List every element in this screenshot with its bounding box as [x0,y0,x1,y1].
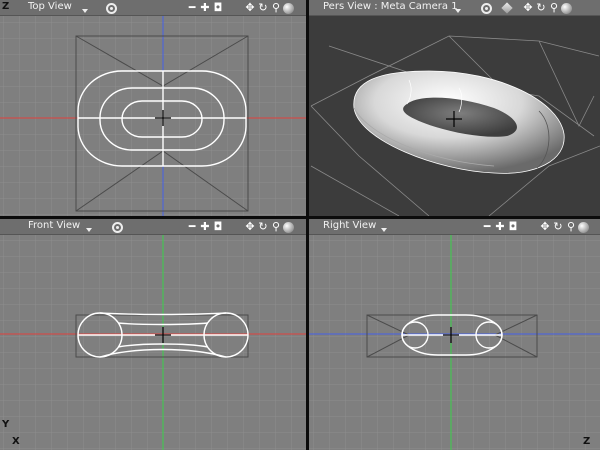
target-icon[interactable] [481,2,492,14]
camera-icon[interactable]: ◘ [507,221,519,233]
camera-icon[interactable]: ◘ [212,221,224,233]
right-view-title[interactable]: Right View [323,220,376,231]
shade-ball-icon[interactable] [283,221,294,233]
search-icon[interactable]: ⚲ [565,221,577,233]
shade-ball-icon[interactable] [283,2,294,14]
perspective-view-title[interactable]: Pers View : Meta Camera 1 [323,1,458,12]
top-view-header: Z Top View ━ ✚ ◘ ✥ ↻ ⚲ [0,0,306,16]
perspective-view-pane[interactable]: Pers View : Meta Camera 1 ✥ ↻ ⚲ [309,0,600,216]
right-view-header: Right View ━ ✚ ◘ ✥ ↻ ⚲ [309,219,600,235]
move-icon[interactable]: ✥ [539,221,551,233]
perspective-view-header: Pers View : Meta Camera 1 ✥ ↻ ⚲ [309,0,600,16]
front-view-title[interactable]: Front View [28,220,80,231]
top-axis-z-label: Z [2,1,10,12]
move-icon[interactable]: ✥ [244,2,256,14]
front-view-menu-arrow-icon[interactable] [86,228,92,232]
right-view-pane[interactable]: Right View ━ ✚ ◘ ✥ ↻ ⚲ Z [309,219,600,450]
zoom-out-icon[interactable]: ━ [481,221,493,233]
perspective-view-canvas[interactable] [309,16,600,216]
camera-icon[interactable]: ◘ [212,2,224,14]
rotate-icon[interactable]: ↻ [535,2,547,14]
target-icon[interactable] [112,221,123,233]
search-icon[interactable]: ⚲ [548,2,560,14]
cube-icon[interactable] [501,2,513,14]
move-icon[interactable]: ✥ [244,221,256,233]
right-view-canvas[interactable] [309,235,600,450]
shade-ball-icon[interactable] [561,2,572,14]
rotate-icon[interactable]: ↻ [257,2,269,14]
right-view-toolbar: ━ ✚ ◘ ✥ ↻ ⚲ [481,220,590,234]
front-view-header: Front View ━ ✚ ◘ ✥ ↻ ⚲ [0,219,306,235]
front-axis-y-label: Y [2,419,10,430]
top-view-title[interactable]: Top View [28,1,72,12]
front-view-toolbar-left [112,220,124,234]
zoom-in-icon[interactable]: ✚ [199,221,211,233]
zoom-in-icon[interactable]: ✚ [199,2,211,14]
front-view-toolbar: ━ ✚ ◘ ✥ ↻ ⚲ [186,220,295,234]
top-view-toolbar: ━ ✚ ◘ ✥ ↻ ⚲ [186,1,295,15]
right-axis-z-label: Z [583,436,591,447]
zoom-in-icon[interactable]: ✚ [494,221,506,233]
rotate-icon[interactable]: ↻ [552,221,564,233]
top-view-toolbar-left [106,1,118,15]
zoom-out-icon[interactable]: ━ [186,221,198,233]
front-axis-x-label: X [12,436,20,447]
front-view-pane[interactable]: Front View ━ ✚ ◘ ✥ ↻ ⚲ Y X [0,219,306,450]
perspective-view-toolbar: ✥ ↻ ⚲ [481,1,573,15]
perspective-view-menu-arrow-icon[interactable] [455,9,461,13]
search-icon[interactable]: ⚲ [270,2,282,14]
top-view-menu-arrow-icon[interactable] [82,9,88,13]
target-icon[interactable] [106,2,117,14]
top-view-canvas[interactable] [0,16,306,216]
rotate-icon[interactable]: ↻ [257,221,269,233]
zoom-out-icon[interactable]: ━ [186,2,198,14]
right-view-menu-arrow-icon[interactable] [381,228,387,232]
move-icon[interactable]: ✥ [522,2,534,14]
top-view-pane[interactable]: Z Top View ━ ✚ ◘ ✥ ↻ ⚲ [0,0,306,216]
shade-ball-icon[interactable] [578,221,589,233]
front-view-canvas[interactable] [0,235,306,450]
app-window: Z Top View ━ ✚ ◘ ✥ ↻ ⚲ Pers View: Meta … [0,0,600,450]
search-icon[interactable]: ⚲ [270,221,282,233]
